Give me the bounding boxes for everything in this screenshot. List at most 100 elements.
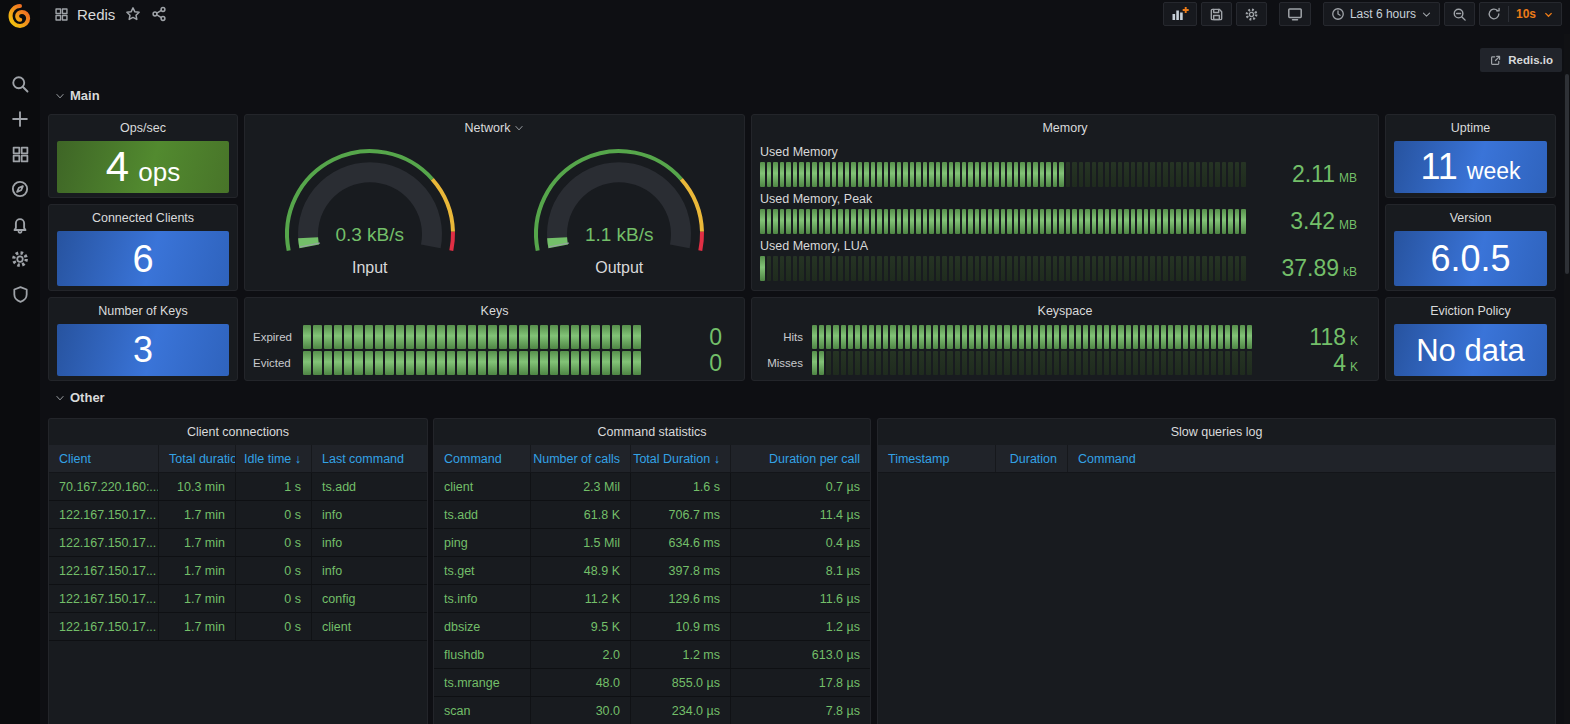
bar-cell xyxy=(806,209,811,234)
bar-cell xyxy=(890,325,895,349)
grafana-logo[interactable] xyxy=(0,0,40,40)
bar-cell xyxy=(581,351,589,375)
refresh-button[interactable]: 10s xyxy=(1479,2,1562,26)
bar-cell xyxy=(488,325,496,349)
panel-title[interactable]: Keyspace xyxy=(752,298,1378,324)
column-header[interactable]: Idle time ↓ xyxy=(236,445,312,472)
panel-title[interactable]: Ops/sec xyxy=(49,115,237,141)
bar-cell xyxy=(1026,325,1031,349)
panel-connected-clients: Connected Clients 6 xyxy=(48,204,238,291)
panel-title[interactable]: Connected Clients xyxy=(49,205,237,231)
explore-icon[interactable] xyxy=(10,179,30,199)
save-dashboard-button[interactable] xyxy=(1201,2,1232,26)
bar-cell xyxy=(1157,209,1162,234)
panel-title[interactable]: Version xyxy=(1386,205,1555,231)
scrollbar-thumb[interactable] xyxy=(1565,74,1569,274)
bar-cell xyxy=(864,256,869,281)
zoom-out-button[interactable] xyxy=(1444,2,1475,26)
column-header[interactable]: Total duration xyxy=(159,445,236,472)
search-icon[interactable] xyxy=(10,74,30,94)
bar-cell xyxy=(478,351,486,375)
table-cell: 8.1 µs xyxy=(731,557,870,584)
bar-cell xyxy=(1175,325,1180,349)
cycle-view-mode-button[interactable] xyxy=(1279,2,1311,26)
bar-cell xyxy=(862,325,867,349)
bar-cell xyxy=(509,351,517,375)
panel-title[interactable]: Keys xyxy=(245,298,744,324)
table-cell: ts.mrange xyxy=(434,669,531,696)
panel-title[interactable]: Client connections xyxy=(49,419,427,445)
panel-title[interactable]: Network xyxy=(245,115,744,141)
bar-cell xyxy=(416,351,424,375)
alerting-icon[interactable] xyxy=(10,214,30,234)
bar-cell xyxy=(845,162,850,187)
share-icon[interactable] xyxy=(151,6,167,22)
scrollbar[interactable] xyxy=(1564,34,1570,724)
column-header[interactable]: Command xyxy=(434,445,531,472)
bar-cell xyxy=(819,351,824,375)
bar-cell xyxy=(1020,209,1025,234)
panel-number-of-keys: Number of Keys 3 xyxy=(48,297,238,381)
column-header[interactable]: Timestamp xyxy=(878,445,996,472)
panel-title[interactable]: Slow queries log xyxy=(878,419,1555,445)
dashboards-icon[interactable] xyxy=(10,144,30,164)
bar-cell xyxy=(344,325,352,349)
dashboard-settings-button[interactable] xyxy=(1236,2,1267,26)
bar-cell xyxy=(324,351,332,375)
bar-cell xyxy=(1001,209,1006,234)
bar-cell xyxy=(897,256,902,281)
configuration-icon[interactable] xyxy=(10,249,30,269)
column-header[interactable]: Total Duration ↓ xyxy=(631,445,731,472)
bar-cell xyxy=(488,351,496,375)
table-cell: 0 s xyxy=(236,613,312,640)
panel-title[interactable]: Number of Keys xyxy=(49,298,237,324)
bar-cell xyxy=(540,351,548,375)
bar-cell xyxy=(571,325,579,349)
time-range-picker[interactable]: Last 6 hours xyxy=(1323,2,1440,26)
column-header[interactable]: Last command xyxy=(312,445,427,472)
bar-cell xyxy=(303,325,311,349)
panel-title[interactable]: Uptime xyxy=(1386,115,1555,141)
command-statistics-table: CommandNumber of callsTotal Duration ↓Du… xyxy=(434,445,870,724)
dashboard-title[interactable]: Redis xyxy=(77,6,115,23)
add-panel-button[interactable] xyxy=(1163,2,1197,26)
column-header[interactable]: Client xyxy=(49,445,159,472)
column-header[interactable]: Duration per call xyxy=(731,445,870,472)
slow-queries-table: TimestampDurationCommand xyxy=(878,445,1555,724)
column-header[interactable]: Duration xyxy=(996,445,1068,472)
server-admin-icon[interactable] xyxy=(10,284,30,304)
panel-title[interactable]: Command statistics xyxy=(434,419,870,445)
table-cell: 9.5 K xyxy=(531,613,631,640)
bar-cell xyxy=(962,162,967,187)
bar-cell xyxy=(1209,256,1214,281)
bar-cell xyxy=(812,325,817,349)
refresh-interval-label[interactable]: 10s xyxy=(1516,7,1536,21)
table-row: 122.167.150.17...1.7 min0 sinfo xyxy=(49,557,427,585)
bar-cell xyxy=(910,162,915,187)
panel-version: Version 6.0.5 xyxy=(1385,204,1556,291)
bar-cell xyxy=(602,351,610,375)
bar-cell xyxy=(1027,256,1032,281)
bar-cell xyxy=(851,162,856,187)
panel-title[interactable]: Memory xyxy=(752,115,1378,141)
section-main[interactable]: Main xyxy=(55,88,100,103)
table-cell: 122.167.150.17... xyxy=(49,529,159,556)
bar-cell xyxy=(884,162,889,187)
bar-cell xyxy=(1014,256,1019,281)
star-icon[interactable] xyxy=(125,6,141,22)
table-cell: 0 s xyxy=(236,529,312,556)
table-cell: 234.0 µs xyxy=(631,697,731,724)
create-icon[interactable] xyxy=(10,109,30,129)
table-cell: 7.8 µs xyxy=(731,697,870,724)
bar-cell xyxy=(912,325,917,349)
bar-cell xyxy=(1218,325,1223,349)
bar-cell xyxy=(1066,162,1071,187)
section-other[interactable]: Other xyxy=(55,390,105,405)
bar-cell xyxy=(1147,351,1152,375)
column-header[interactable]: Command xyxy=(1068,445,1555,472)
redis-io-link[interactable]: Redis.io xyxy=(1480,48,1562,72)
bar-cell xyxy=(1004,351,1009,375)
panel-title[interactable]: Eviction Policy xyxy=(1386,298,1555,324)
bar-cell xyxy=(1020,162,1025,187)
column-header[interactable]: Number of calls xyxy=(531,445,631,472)
